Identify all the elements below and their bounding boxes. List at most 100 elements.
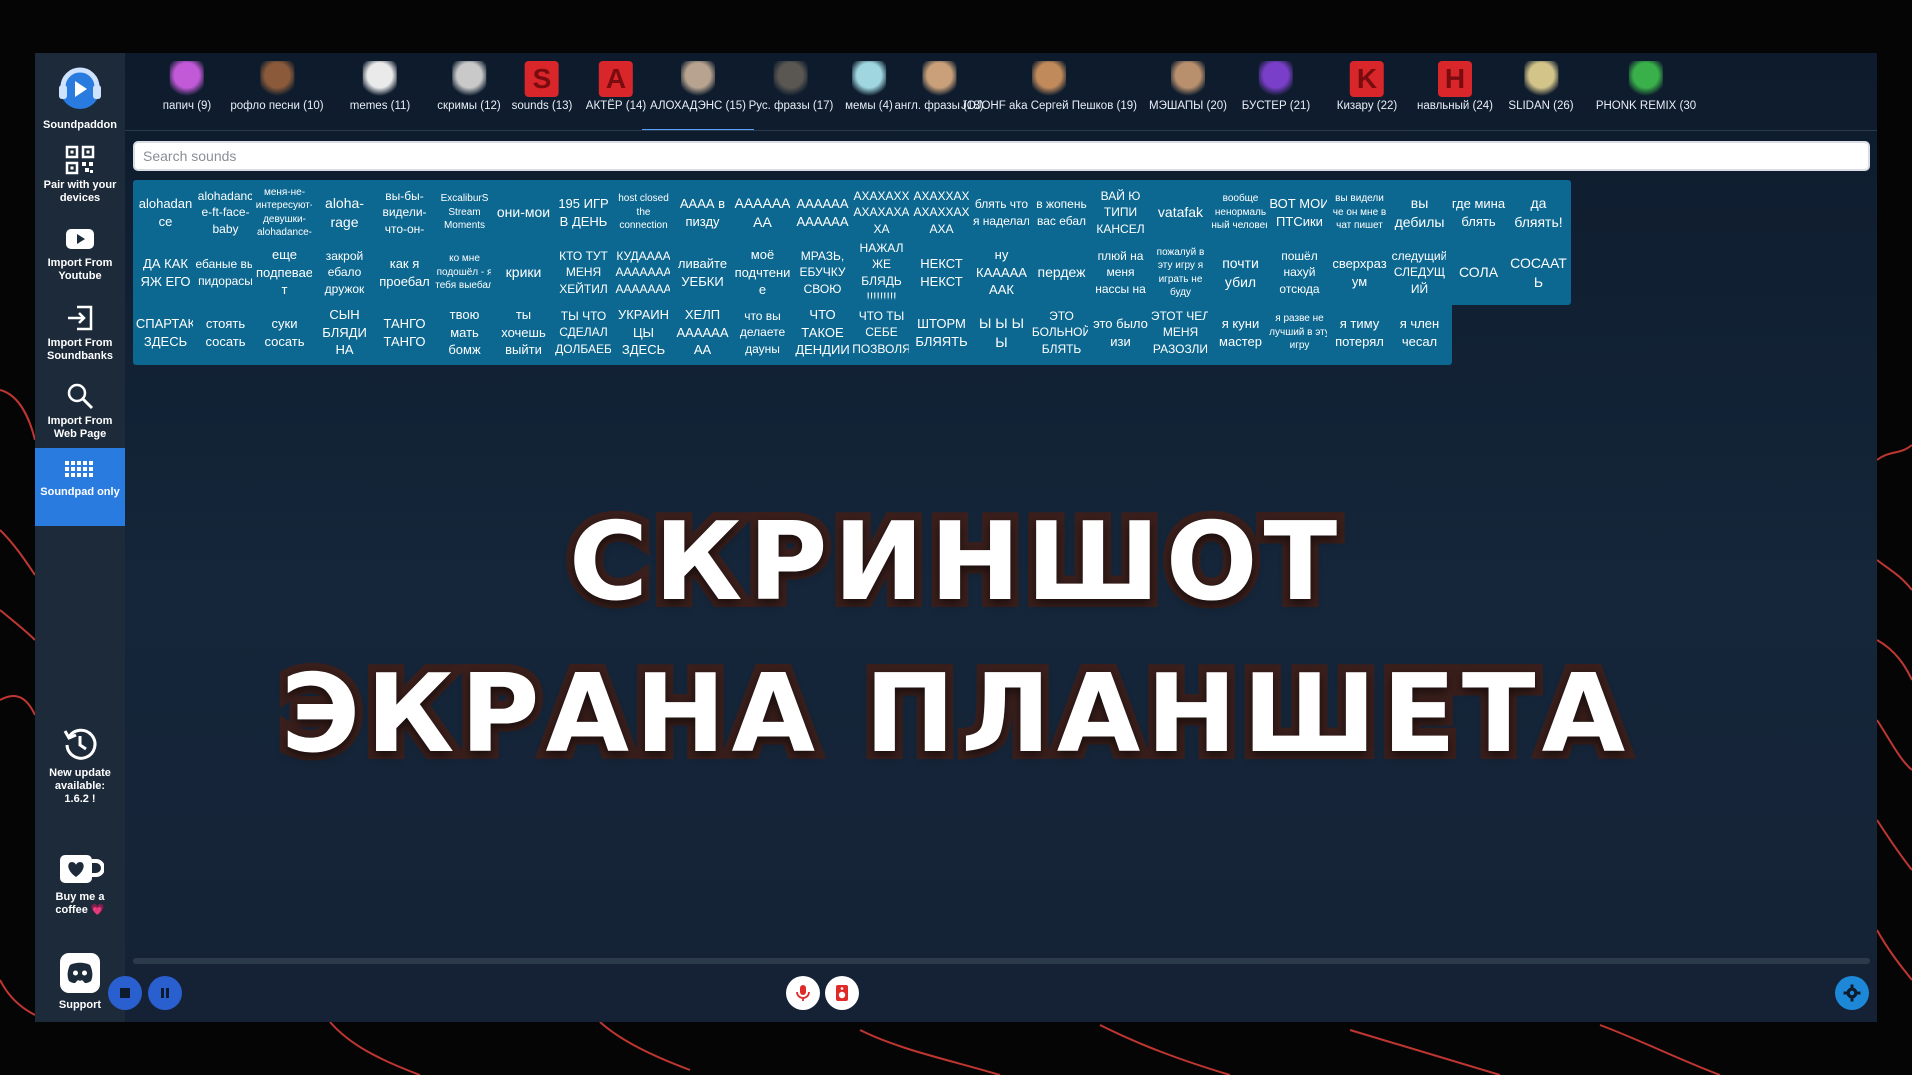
soundbank-tab[interactable]: Ssounds (13): [512, 61, 572, 123]
soundbank-tab[interactable]: БУСТЕР (21): [1242, 61, 1310, 123]
sound-pad-button[interactable]: СОЛА: [1446, 240, 1511, 305]
soundbank-tab[interactable]: МЭШАПЫ (20): [1149, 61, 1227, 123]
sound-pad-button[interactable]: это было изи: [1088, 300, 1153, 365]
sound-pad-button[interactable]: НЕКСТ НЕКСТ: [909, 240, 974, 305]
sound-pad-button[interactable]: vatafak: [1148, 180, 1213, 245]
sound-pad-button[interactable]: ко мне подошёл - я тебя выебал: [432, 240, 497, 305]
sound-pad-button[interactable]: ливайте УЕБКИ: [670, 240, 735, 305]
sound-pad-button[interactable]: я разве не лучший в эту игру: [1267, 300, 1332, 365]
sound-pad-button[interactable]: почти убил: [1208, 240, 1273, 305]
soundbank-tab[interactable]: мемы (4): [845, 61, 893, 123]
pause-button[interactable]: [148, 976, 182, 1010]
soundbank-tab[interactable]: memes (11): [350, 61, 410, 123]
sound-pad-button[interactable]: суки сосать: [252, 300, 317, 365]
soundbank-tab[interactable]: Hнавльный (24): [1417, 61, 1493, 123]
sound-pad-button[interactable]: ВОТ МОИ ПТСики: [1267, 180, 1332, 245]
sound-pad-button[interactable]: 195 ИГР В ДЕНЬ: [551, 180, 616, 245]
sound-pad-button[interactable]: АААААА АА: [730, 180, 795, 245]
soundbank-tab[interactable]: АЛОХАДЭНС (15): [642, 61, 754, 130]
sound-pad-button[interactable]: aloha-rage: [312, 180, 377, 245]
sound-pad-button[interactable]: закрой ебало дружок: [312, 240, 377, 305]
sidebar-item-import-youtube[interactable]: Import From Youtube: [35, 225, 125, 283]
soundbank-tab[interactable]: JOJOHF aka Сергей Пешков (19): [961, 61, 1137, 123]
sound-pad-button[interactable]: Ы Ы Ы Ы: [969, 300, 1034, 365]
sidebar-item-update[interactable]: New update available: 1.6.2 !: [35, 725, 125, 806]
sound-pad-button[interactable]: КТО ТУТ МЕНЯ ХЕЙТИЛ: [551, 240, 616, 305]
sound-pad-button[interactable]: крики: [491, 240, 556, 305]
sidebar-item-buy-coffee[interactable]: Buy me a coffee 💗: [35, 853, 125, 917]
settings-button[interactable]: [1835, 976, 1869, 1010]
sidebar-item-import-webpage[interactable]: Import From Web Page: [35, 381, 125, 441]
sound-pad-button[interactable]: ЭТО БОЛЬНОЙ БЛЯТЬ: [1029, 300, 1094, 365]
soundbank-tab[interactable]: A АКТЁР (14): [586, 61, 646, 123]
sound-pad-button[interactable]: я член чесал: [1387, 300, 1452, 365]
sidebar-brand[interactable]: Soundpaddon: [35, 61, 125, 132]
sound-pad-button[interactable]: ну КААААА ААК: [969, 240, 1034, 305]
sound-pad-button[interactable]: пердеж: [1029, 240, 1094, 305]
sound-pad-button[interactable]: ЧТО ТАКОЕ ДЕНДИИ: [790, 300, 855, 365]
sidebar-item-pair-devices[interactable]: Pair with your devices: [35, 145, 125, 205]
sound-pad-button[interactable]: вы дебилы: [1387, 180, 1452, 245]
sound-pad-button[interactable]: УКРАИН ЦЫ ЗДЕСЬ: [611, 300, 676, 365]
sound-pad-button[interactable]: плюй на меня нассы на: [1088, 240, 1153, 305]
soundbank-tab[interactable]: рофло песни (10): [230, 61, 324, 123]
sound-pad-button[interactable]: АХАХХАХ АХАХХАХ АХА: [909, 180, 974, 245]
sound-pad-button[interactable]: ВАЙ Ю ТИПИ КАНСЕЛ: [1088, 180, 1153, 245]
sound-pad-button[interactable]: ТЫ ЧТО СДЕЛАЛ ДОЛБАЕБ: [551, 300, 616, 365]
sound-pad-button[interactable]: вы-бы-видели-что-он-: [372, 180, 437, 245]
sound-pad-button[interactable]: я куни мастер: [1208, 300, 1273, 365]
sound-pad-button[interactable]: сверхраз ум: [1327, 240, 1392, 305]
sound-pad-button[interactable]: пожалуй в эту игру я играть не буду: [1148, 240, 1213, 305]
sound-pad-button[interactable]: НАЖАЛ ЖЕ БЛЯДЬ !!!!!!!!!: [849, 240, 914, 305]
sound-pad-button[interactable]: вы видели че он мне в чат пишет: [1327, 180, 1392, 245]
sound-pad-button[interactable]: СЫН БЛЯДИ НА: [312, 300, 377, 365]
sound-pad-button[interactable]: стоять сосать: [193, 300, 258, 365]
sound-pad-button[interactable]: ШТОРМ БЛЯЯТЬ: [909, 300, 974, 365]
sound-pad-button[interactable]: alohadan ce: [133, 180, 198, 245]
sound-pad-button[interactable]: ТАНГО ТАНГО: [372, 300, 437, 365]
sound-pad-button[interactable]: вообще ненормаль ный человек: [1208, 180, 1273, 245]
sound-pad-button[interactable]: в жопень вас ебал: [1029, 180, 1094, 245]
sidebar-item-import-soundbanks[interactable]: Import From Soundbanks: [35, 303, 125, 363]
soundbank-tab[interactable]: папич (9): [163, 61, 211, 123]
sound-pad-button[interactable]: ХЕЛП АААААА АА: [670, 300, 735, 365]
sound-pad-button[interactable]: СОСААТ Ь: [1506, 240, 1571, 305]
sound-pad-button[interactable]: АХАХАХХ АХАХАХА ХА: [849, 180, 914, 245]
sound-pad-button[interactable]: где мина блять: [1446, 180, 1511, 245]
sound-pad-button[interactable]: ExcaliburS Stream Moments: [432, 180, 497, 245]
soundbank-tab[interactable]: K Кизару (22): [1337, 61, 1397, 123]
soundbank-tab[interactable]: PHONK REMIX (30: [1596, 61, 1696, 123]
sound-pad-button[interactable]: да бляять!: [1506, 180, 1571, 245]
sound-pad-button[interactable]: ДА КАК ЯЖ ЕГО: [133, 240, 198, 305]
sidebar-item-soundpad-only[interactable]: Soundpad only: [35, 448, 125, 526]
playback-progress-bar[interactable]: [133, 958, 1870, 964]
sound-pad-button[interactable]: моё подчтени е: [730, 240, 795, 305]
sound-pad-button[interactable]: ЧТО ТЫ СЕБЕ ПОЗВОЛЯ: [849, 300, 914, 365]
sound-pad-button[interactable]: ебаные вы пидорасы: [193, 240, 258, 305]
sound-pad-button[interactable]: еще подпевае т: [252, 240, 317, 305]
sound-pad-button[interactable]: они-мои: [491, 180, 556, 245]
sound-pad-button[interactable]: МРАЗЬ, ЕБУЧКУ СВОЮ: [790, 240, 855, 305]
sound-pad-button[interactable]: ЭТОТ ЧЕЛ МЕНЯ РАЗОЗЛИ: [1148, 300, 1213, 365]
sound-pad-button[interactable]: alohadanc e-ft-face-baby: [193, 180, 258, 245]
search-input[interactable]: [133, 141, 1870, 171]
sound-pad-button[interactable]: что вы делаете дауны: [730, 300, 795, 365]
sound-pad-button[interactable]: АААА в пизду: [670, 180, 735, 245]
microphone-button[interactable]: [786, 976, 820, 1010]
sound-pad-button[interactable]: АААААА АААААА: [790, 180, 855, 245]
sound-pad-button[interactable]: твою мать бомж: [432, 300, 497, 365]
sound-pad-button[interactable]: я тиму потерял: [1327, 300, 1392, 365]
sound-pad-button[interactable]: как я проебал: [372, 240, 437, 305]
sound-pad-button[interactable]: ты хочешь выйти: [491, 300, 556, 365]
soundbank-tab[interactable]: скримы (12): [437, 61, 501, 123]
sound-pad-button[interactable]: host closed the connection: [611, 180, 676, 245]
sound-pad-button[interactable]: меня-не-интересуют-девушки-alohadance-: [252, 180, 317, 245]
sound-pad-button[interactable]: блять что я наделал: [969, 180, 1034, 245]
sound-pad-button[interactable]: КУДАААА ААААААА ААААААА: [611, 240, 676, 305]
sound-pad-button[interactable]: следущий СЛЕДУЩ ИЙ: [1387, 240, 1452, 305]
sound-pad-button[interactable]: СПАРТАК ЗДЕСЬ: [133, 300, 198, 365]
stop-button[interactable]: [108, 976, 142, 1010]
sound-pad-button[interactable]: пошёл нахуй отсюда: [1267, 240, 1332, 305]
soundbank-tab[interactable]: SLIDAN (26): [1508, 61, 1574, 123]
speaker-button[interactable]: [825, 976, 859, 1010]
